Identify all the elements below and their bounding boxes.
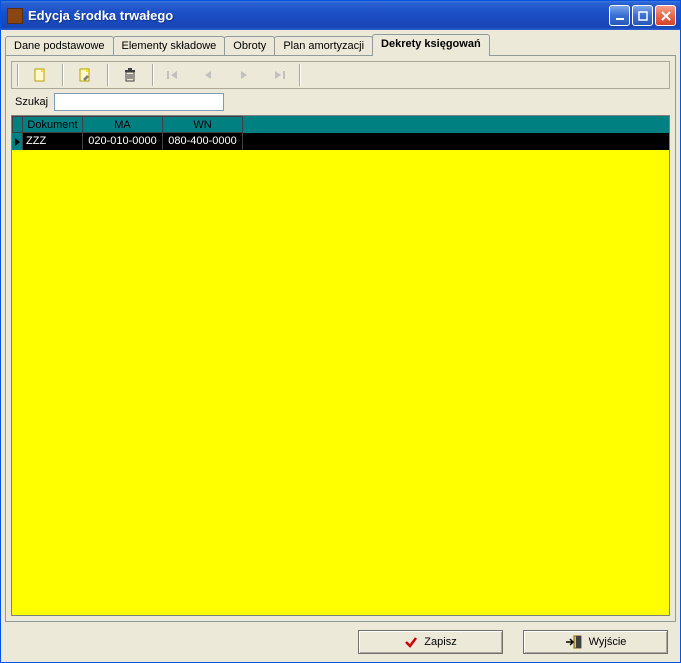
titlebar: Edycja środka trwałego	[1, 1, 680, 30]
cell-wn[interactable]: 080-400-0000	[163, 133, 243, 150]
grid-indicator-col	[12, 116, 23, 133]
grid-col-ma[interactable]: MA	[83, 116, 163, 133]
table-row[interactable]: ZZZ 020-010-0000 080-400-0000	[12, 133, 669, 150]
cell-dokument[interactable]: ZZZ	[23, 133, 83, 150]
button-bar: Zapisz Wyjście	[5, 622, 676, 658]
nav-next-button[interactable]	[226, 63, 262, 87]
toolbar	[11, 61, 670, 89]
tab-elementy-skladowe[interactable]: Elementy składowe	[113, 36, 226, 55]
nav-first-button[interactable]	[154, 63, 190, 87]
search-label: Szukaj	[11, 96, 48, 108]
delete-button[interactable]	[109, 63, 151, 87]
exit-button[interactable]: Wyjście	[523, 630, 668, 654]
grid-header: Dokument MA WN	[12, 116, 669, 133]
grid-col-dokument[interactable]: Dokument	[23, 116, 83, 133]
data-grid[interactable]: Dokument MA WN ZZZ 020-010-0000 080-400-…	[11, 115, 670, 616]
window-controls	[609, 5, 676, 26]
maximize-button[interactable]	[632, 5, 653, 26]
close-button[interactable]	[655, 5, 676, 26]
new-button[interactable]	[19, 63, 61, 87]
nav-prev-button[interactable]	[190, 63, 226, 87]
tab-panel: Szukaj Dokument MA WN ZZZ 020-010-0000 0…	[5, 55, 676, 622]
exit-button-label: Wyjście	[589, 636, 627, 648]
nav-last-button[interactable]	[262, 63, 298, 87]
search-row: Szukaj	[11, 93, 670, 111]
save-button-label: Zapisz	[424, 636, 456, 648]
content-area: Dane podstawowe Elementy składowe Obroty…	[1, 30, 680, 662]
exit-icon	[565, 635, 583, 649]
tab-dekrety-ksiegowan[interactable]: Dekrety księgowań	[372, 34, 490, 56]
edit-button[interactable]	[64, 63, 106, 87]
tab-obroty[interactable]: Obroty	[224, 36, 275, 55]
row-indicator	[12, 133, 23, 150]
window: Edycja środka trwałego Dane podstawowe E…	[0, 0, 681, 663]
tab-bar: Dane podstawowe Elementy składowe Obroty…	[5, 34, 676, 55]
minimize-button[interactable]	[609, 5, 630, 26]
save-button[interactable]: Zapisz	[358, 630, 503, 654]
tab-plan-amortyzacji[interactable]: Plan amortyzacji	[274, 36, 373, 55]
grid-col-wn[interactable]: WN	[163, 116, 243, 133]
checkmark-icon	[404, 635, 418, 649]
tab-dane-podstawowe[interactable]: Dane podstawowe	[5, 36, 114, 55]
window-title: Edycja środka trwałego	[28, 8, 609, 23]
search-input[interactable]	[54, 93, 224, 111]
app-icon	[7, 8, 23, 24]
cell-ma[interactable]: 020-010-0000	[83, 133, 163, 150]
